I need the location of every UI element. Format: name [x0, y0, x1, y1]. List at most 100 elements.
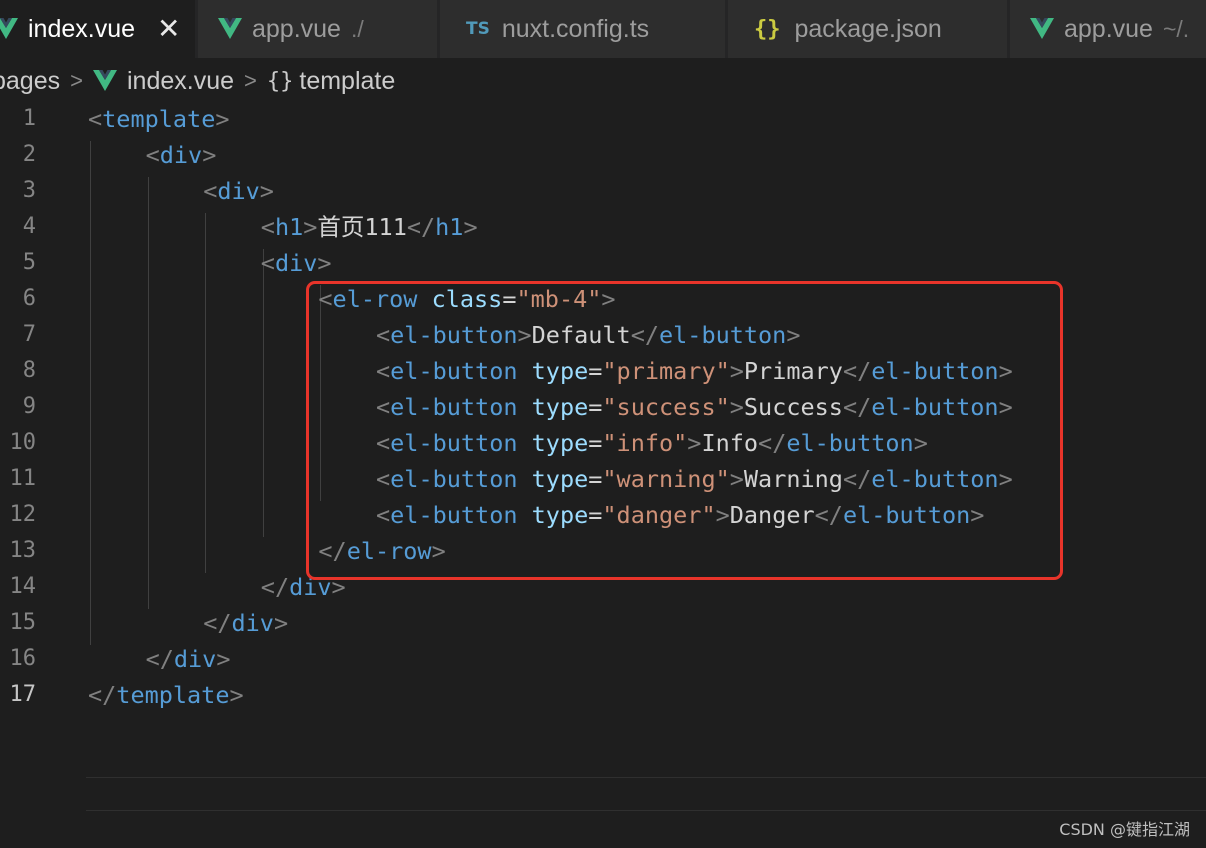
- code-line[interactable]: 4 <h1>首页111</h1>: [0, 209, 1206, 245]
- line-number: 13: [9, 538, 37, 563]
- code-line[interactable]: 9 <el-button type="success">Success</el-b…: [0, 389, 1206, 425]
- tab-app-vue[interactable]: app.vue ./: [198, 0, 438, 58]
- code-line[interactable]: 8 <el-button type="primary">Primary</el-b…: [0, 353, 1206, 389]
- token-punc: >: [215, 105, 230, 133]
- tab-nuxt-config[interactable]: TS nuxt.config.ts: [440, 0, 726, 58]
- token-attr: class: [431, 285, 503, 313]
- line-number: 14: [9, 574, 37, 599]
- tab-package-json[interactable]: {} package.json: [728, 0, 1008, 58]
- code-text: </template>: [88, 677, 244, 713]
- token-tag: el-button: [659, 321, 787, 349]
- breadcrumb-folder[interactable]: pages: [0, 67, 60, 96]
- tab-label: app.vue: [1064, 14, 1153, 43]
- token-punc: <: [260, 213, 275, 241]
- token-punc: >: [431, 537, 446, 565]
- line-number: 16: [9, 646, 37, 671]
- code-line[interactable]: 17 </template>: [0, 677, 1206, 713]
- code-line[interactable]: 7 <el-button>Default</el-button>: [0, 317, 1206, 353]
- tab-label: nuxt.config.ts: [501, 14, 650, 43]
- token-punc: <: [260, 249, 275, 277]
- tab-app-vue-home[interactable]: app.vue ~/.: [1010, 0, 1206, 58]
- close-icon[interactable]: ✕: [157, 15, 180, 43]
- editor-tab-bar: index.vue ✕ app.vue ./ TS nuxt.config.ts…: [0, 0, 1206, 58]
- code-line[interactable]: 13 </el-row>: [0, 533, 1206, 569]
- token-punc: >: [786, 321, 801, 349]
- line-number: 11: [9, 466, 37, 491]
- breadcrumb-symbol-label: template: [299, 66, 396, 95]
- code-line[interactable]: 12 <el-button type="danger">Danger</el-bu…: [0, 497, 1206, 533]
- code-line[interactable]: 2 <div>: [0, 137, 1206, 173]
- code-line[interactable]: 6 <el-row class="mb-4">: [0, 281, 1206, 317]
- token-punc: >: [601, 285, 616, 313]
- line-number: 15: [9, 610, 37, 635]
- vue-icon: [218, 18, 242, 39]
- code-text: <el-button type="warning">Warning</el-bu…: [376, 461, 1013, 497]
- token-punc: >: [331, 573, 346, 601]
- tab-index-vue[interactable]: index.vue ✕: [0, 0, 196, 58]
- token-punc: >: [998, 357, 1013, 385]
- token-text: Warning: [743, 465, 843, 493]
- token-punc: >: [229, 681, 244, 709]
- token-text: Danger: [729, 501, 815, 529]
- token-punc: >: [303, 213, 318, 241]
- code-line[interactable]: 1 <template>: [0, 101, 1206, 137]
- token-tag: el-button: [871, 465, 999, 493]
- code-line[interactable]: 11 <el-button type="warning">Warning</el-…: [0, 461, 1206, 497]
- token-text: =: [588, 357, 603, 385]
- json-icon: {}: [754, 16, 781, 42]
- token-text: Default: [531, 321, 631, 349]
- code-text: <el-button type="success">Success</el-bu…: [376, 389, 1013, 425]
- token-text: Success: [743, 393, 843, 421]
- code-line[interactable]: 15 </div>: [0, 605, 1206, 641]
- token-attr: type: [531, 429, 589, 457]
- token-punc: <: [376, 429, 391, 457]
- token-punc: </: [630, 321, 659, 349]
- watermark: CSDN @键指江湖: [1059, 820, 1190, 839]
- code-line[interactable]: 16 </div>: [0, 641, 1206, 677]
- code-text: <div>: [146, 137, 217, 173]
- token-punc: </: [814, 501, 843, 529]
- token-tag: el-button: [390, 429, 518, 457]
- token-punc: <: [376, 357, 391, 385]
- code-text: <el-row class="mb-4">: [318, 281, 615, 317]
- breadcrumb-symbol[interactable]: {} template: [267, 67, 395, 96]
- line-number: 1: [22, 106, 36, 131]
- code-line[interactable]: 3 <div>: [0, 173, 1206, 209]
- token-punc: >: [216, 645, 231, 673]
- token-tag: el-button: [390, 321, 518, 349]
- line-number: 4: [22, 214, 36, 239]
- token-text: =: [588, 501, 603, 529]
- token-text: Info: [701, 429, 759, 457]
- token-punc: >: [998, 393, 1013, 421]
- line-number: 10: [9, 430, 37, 455]
- tab-label: index.vue: [28, 14, 136, 43]
- token-tag: el-button: [390, 465, 518, 493]
- token-str: "mb-4": [516, 285, 602, 313]
- token-punc: </: [88, 681, 117, 709]
- token-punc: >: [913, 429, 928, 457]
- token-attr: type: [531, 465, 589, 493]
- token-tag: h1: [274, 213, 304, 241]
- tab-path-hint: ~/.: [1162, 15, 1190, 42]
- code-text: <template>: [88, 101, 230, 137]
- code-line[interactable]: 5 <div>: [0, 245, 1206, 281]
- token-punc: >: [463, 213, 478, 241]
- breadcrumb-file[interactable]: index.vue: [92, 67, 234, 96]
- code-line[interactable]: 14 </div>: [0, 569, 1206, 605]
- token-str: "success": [602, 393, 730, 421]
- token-punc: >: [517, 321, 532, 349]
- chevron-right-icon: >: [244, 68, 257, 93]
- token-punc: >: [202, 141, 217, 169]
- token-tag: el-button: [390, 357, 518, 385]
- token-text: Primary: [743, 357, 843, 385]
- token-punc: <: [376, 321, 391, 349]
- token-str: "info": [602, 429, 688, 457]
- token-punc: <: [203, 177, 218, 205]
- code-line[interactable]: 10 <el-button type="info">Info</el-button…: [0, 425, 1206, 461]
- line-number: 7: [22, 322, 36, 347]
- vue-icon: [92, 70, 117, 91]
- code-text: <el-button type="danger">Danger</el-butt…: [376, 497, 984, 533]
